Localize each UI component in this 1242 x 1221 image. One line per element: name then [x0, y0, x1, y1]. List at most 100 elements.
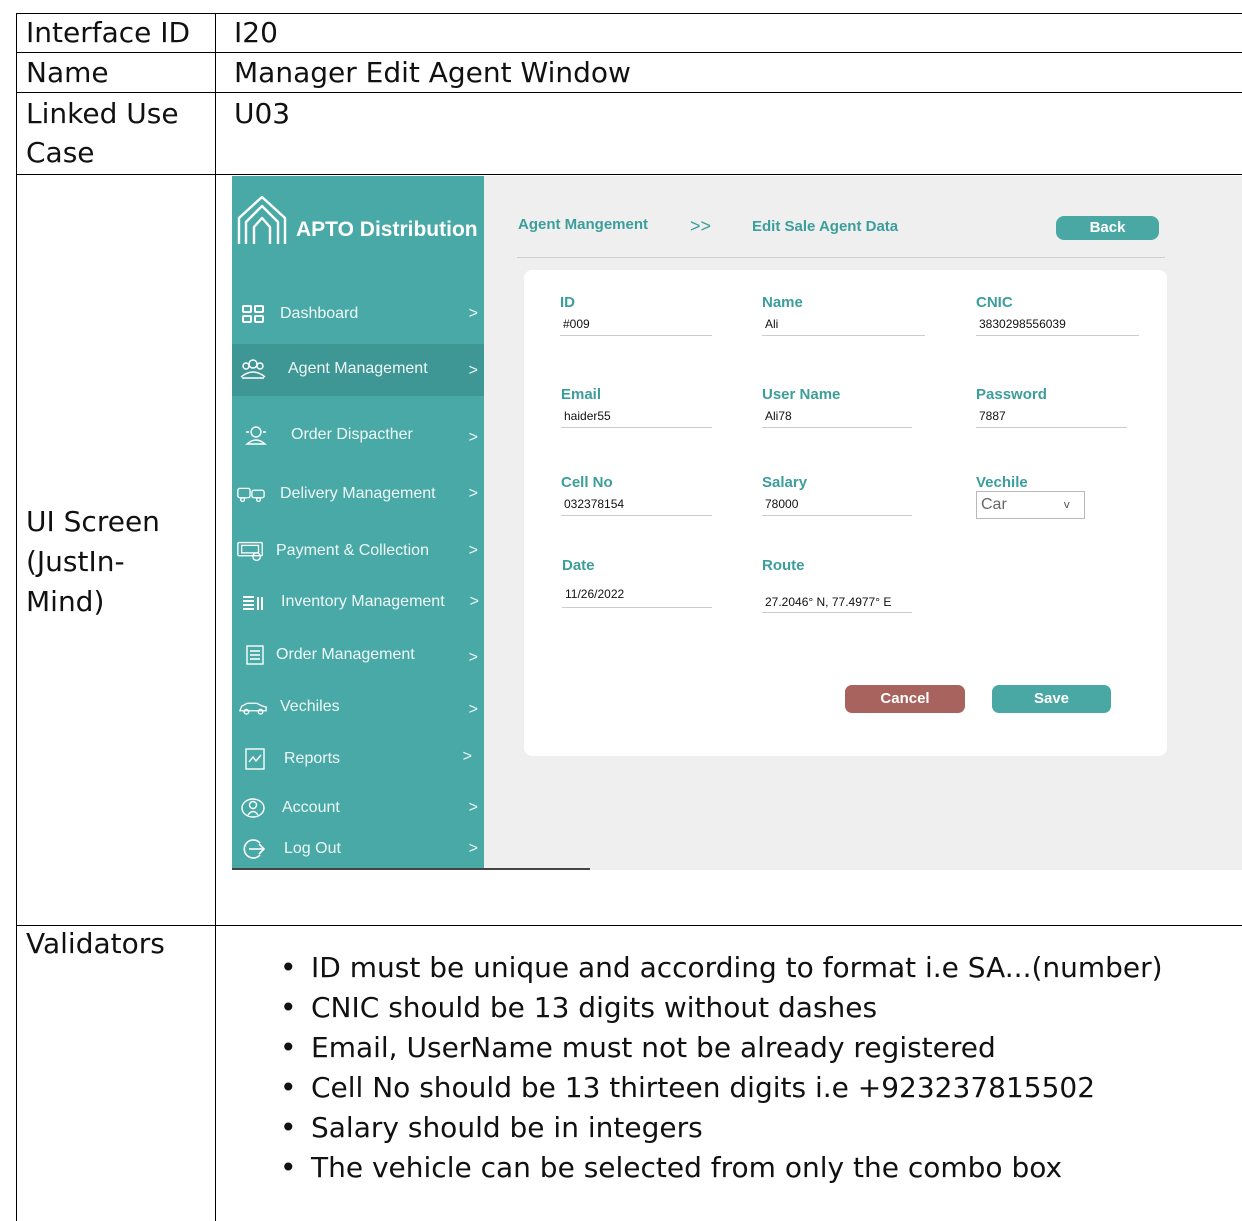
interface-id-value: I20 — [234, 16, 278, 49]
sidebar-item-inventory-management[interactable]: Inventory Management > — [232, 590, 484, 618]
chevron-right-icon: > — [468, 701, 478, 718]
brand-logo-icon — [237, 195, 287, 244]
row-label-ui-screen-line2: (JustIn- — [26, 545, 125, 578]
row-label-validators: Validators — [26, 927, 165, 960]
name-value[interactable]: Ali — [765, 317, 778, 331]
list-item: Salary should be in integers — [280, 1108, 1163, 1148]
salary-label: Salary — [762, 474, 808, 491]
sidebar-item-agent-management[interactable]: Agent Management > — [232, 344, 484, 396]
cancel-button[interactable]: Cancel — [845, 685, 965, 713]
password-value[interactable]: 7887 — [979, 409, 1006, 423]
row-label-ui-screen-line1: UI Screen — [26, 505, 160, 538]
validators-list: ID must be unique and according to forma… — [280, 948, 1163, 1188]
sidebar-item-label: Vechiles — [280, 698, 340, 715]
sidebar-item-label: Payment & Collection — [276, 542, 429, 559]
sidebar-item-reports[interactable]: Reports > — [232, 747, 484, 775]
row-label-linked-use-case-line2: Case — [26, 136, 95, 169]
cell-no-label: Cell No — [561, 474, 613, 491]
email-label: Email — [561, 386, 602, 403]
agents-icon — [238, 356, 268, 380]
route-underline — [762, 612, 912, 613]
sidebar-item-label: Reports — [284, 750, 341, 767]
cnic-value[interactable]: 3830298556039 — [979, 317, 1066, 331]
table-row-divider — [16, 92, 1242, 93]
vehicle-select[interactable]: Car v — [976, 491, 1085, 519]
chevron-right-icon: > — [468, 485, 478, 502]
payment-icon — [236, 539, 266, 563]
table-border-left — [16, 925, 17, 1221]
breadcrumb-current: Edit Sale Agent Data — [752, 218, 899, 235]
ui-screen-mockup: APTO Distribution Dashboard > Agent Mana… — [232, 176, 1242, 870]
interface-name-value: Manager Edit Agent Window — [234, 56, 631, 89]
account-icon — [238, 796, 268, 820]
password-underline — [976, 427, 1127, 428]
sidebar: APTO Distribution Dashboard > Agent Mana… — [232, 176, 484, 870]
date-underline — [562, 607, 712, 608]
sidebar-item-vehicles[interactable]: Vechiles > — [232, 695, 484, 723]
id-value[interactable]: #009 — [563, 317, 590, 331]
car-icon — [238, 695, 268, 719]
list-item: ID must be unique and according to forma… — [280, 948, 1163, 988]
row-label-name: Name — [26, 56, 109, 89]
date-value[interactable]: 11/26/2022 — [565, 587, 624, 601]
table-border-left — [16, 13, 17, 925]
chevron-right-icon: > — [468, 840, 478, 857]
logout-icon — [238, 837, 268, 861]
orders-icon — [240, 643, 270, 667]
vehicle-selected-value: Car — [981, 496, 1007, 513]
date-label: Date — [562, 557, 595, 574]
brand: APTO Distribution — [236, 194, 484, 252]
breadcrumb-parent[interactable]: Agent Mangement — [518, 216, 648, 233]
row-label-ui-screen-line3: Mind) — [26, 585, 105, 618]
back-button[interactable]: Back — [1056, 216, 1159, 240]
sidebar-item-order-dispatcher[interactable]: Order Dispacther > — [232, 423, 484, 451]
sidebar-item-label: Order Management — [276, 646, 415, 663]
sidebar-item-order-management[interactable]: Order Management > — [232, 643, 484, 671]
list-item: CNIC should be 13 digits without dashes — [280, 988, 1163, 1028]
chevron-down-icon: v — [1063, 498, 1070, 511]
sidebar-item-label: Log Out — [284, 840, 341, 857]
sidebar-item-label: Inventory Management — [281, 593, 445, 610]
table-column-divider — [215, 13, 216, 1221]
email-underline — [561, 427, 712, 428]
sidebar-item-dashboard[interactable]: Dashboard > — [232, 302, 484, 330]
salary-value[interactable]: 78000 — [765, 497, 798, 511]
name-label: Name — [762, 294, 803, 311]
cell-no-value[interactable]: 032378154 — [564, 497, 624, 511]
chevron-right-icon: > — [468, 305, 478, 322]
chevron-right-icon: > — [469, 593, 479, 610]
header-divider — [517, 257, 1165, 258]
id-underline — [560, 335, 712, 336]
row-label-linked-use-case-line1: Linked Use — [26, 97, 179, 130]
chevron-right-icon: > — [462, 748, 472, 765]
username-label: User Name — [762, 386, 841, 403]
brand-name: APTO Distribution — [296, 218, 478, 241]
email-value[interactable]: haider55 — [564, 409, 611, 423]
row-label-interface-id: Interface ID — [26, 16, 191, 49]
chevron-right-icon: > — [468, 542, 478, 559]
sidebar-item-label: Order Dispacther — [291, 426, 413, 443]
vehicle-label: Vechile — [976, 474, 1028, 491]
list-item: Cell No should be 13 thirteen digits i.e… — [280, 1068, 1163, 1108]
chevron-right-icon: > — [468, 799, 478, 816]
table-border-top — [16, 13, 1242, 14]
salary-underline — [762, 515, 912, 516]
chevron-right-icon: > — [468, 362, 478, 379]
sidebar-item-payment-collection[interactable]: Payment & Collection > — [232, 539, 484, 567]
route-value[interactable]: 27.2046° N, 77.4977° E — [765, 595, 891, 609]
sidebar-item-label: Agent Management — [288, 360, 428, 377]
delivery-icon — [236, 482, 266, 506]
table-row-divider — [16, 925, 1242, 926]
sidebar-item-delivery-management[interactable]: Delivery Management > — [232, 482, 484, 510]
sidebar-item-log-out[interactable]: Log Out > — [232, 837, 484, 865]
list-item: The vehicle can be selected from only th… — [280, 1148, 1163, 1188]
linked-use-case-value: U03 — [234, 97, 291, 130]
dashboard-icon — [238, 302, 268, 326]
username-value[interactable]: Ali78 — [765, 409, 792, 423]
cnic-underline — [976, 335, 1139, 336]
sidebar-item-account[interactable]: Account > — [232, 796, 484, 824]
sidebar-item-label: Dashboard — [280, 305, 359, 322]
breadcrumb-separator: >> — [690, 216, 712, 236]
divider — [232, 868, 590, 870]
save-button[interactable]: Save — [992, 685, 1111, 713]
